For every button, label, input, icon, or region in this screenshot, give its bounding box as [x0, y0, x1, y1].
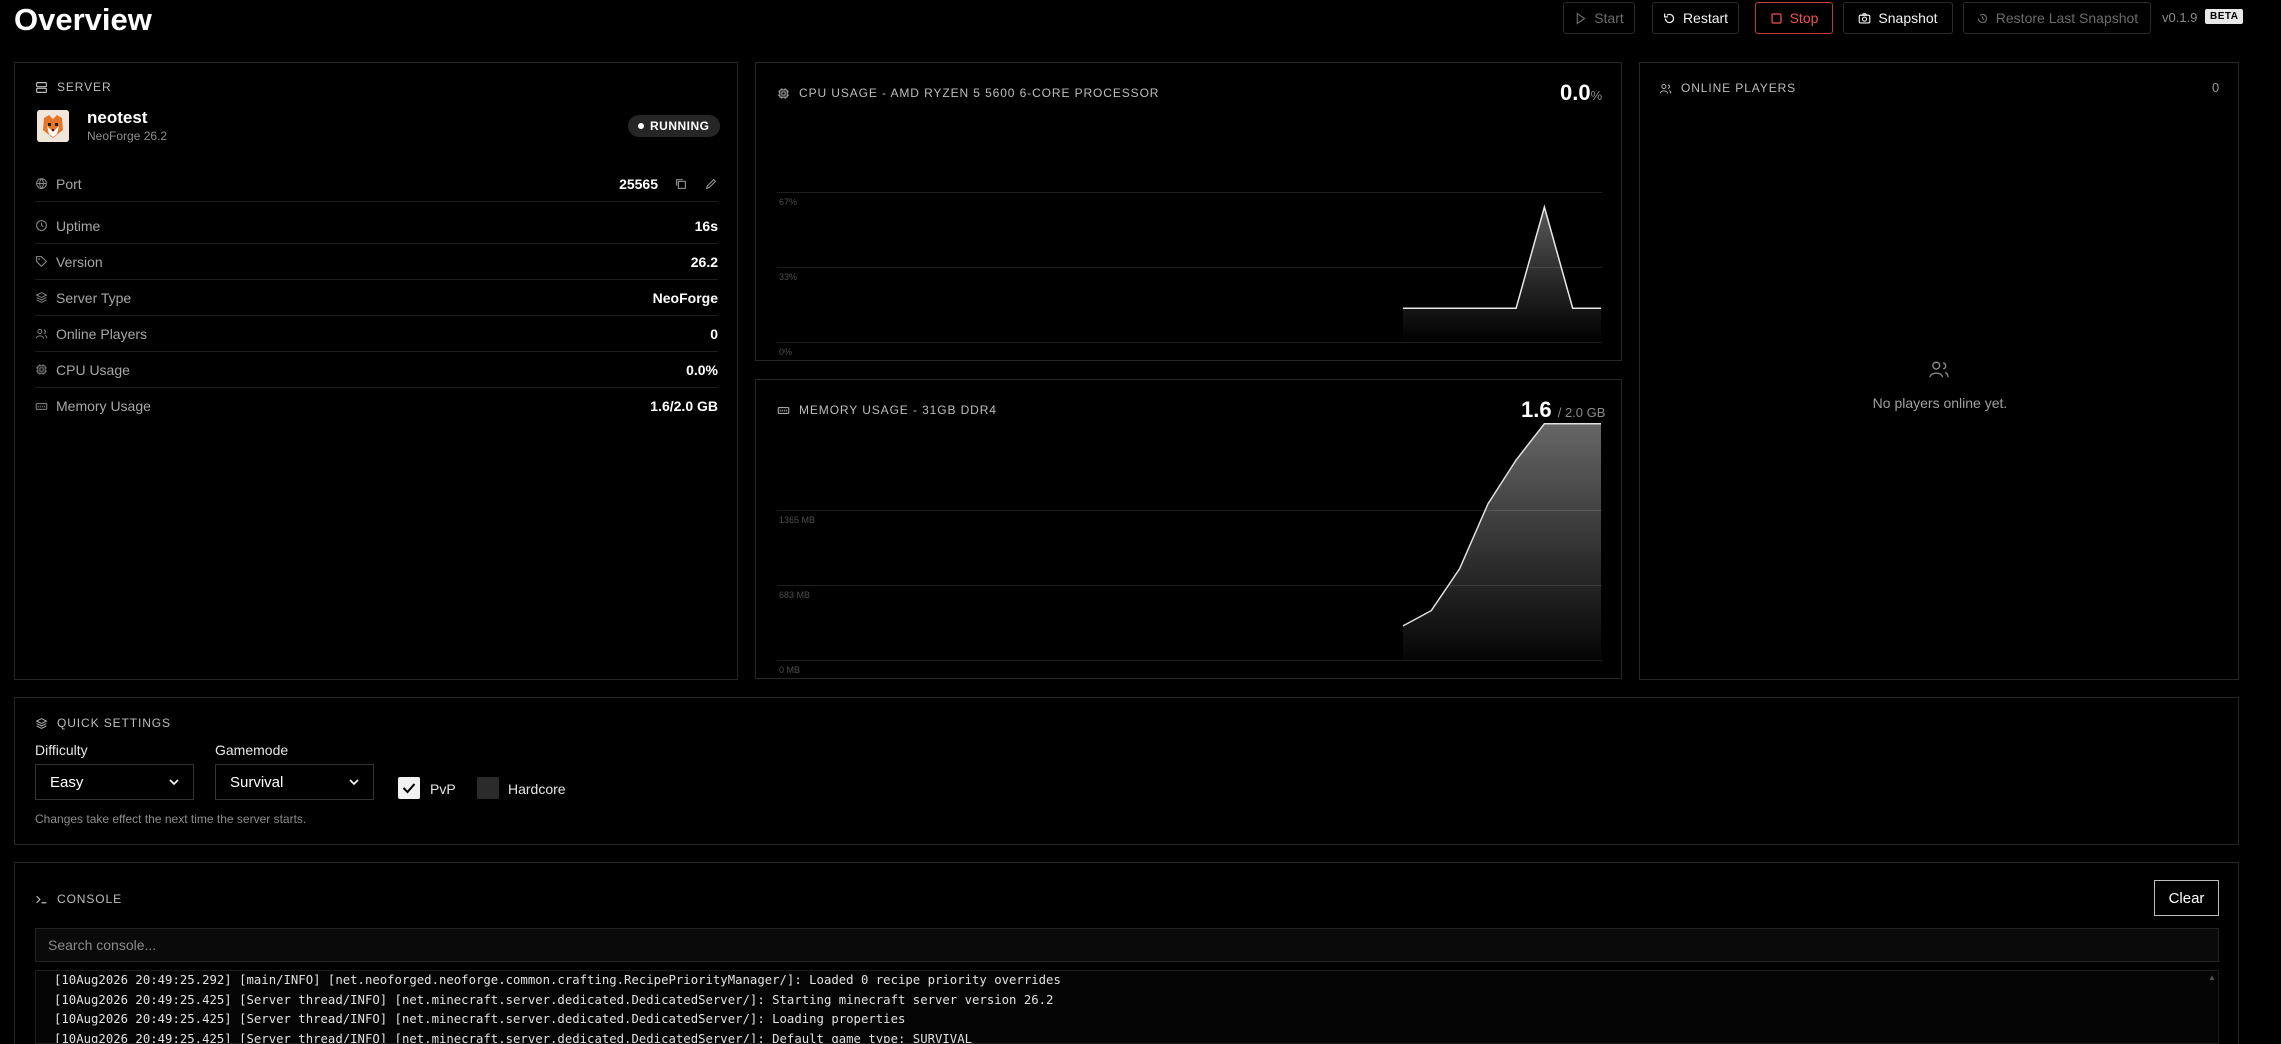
gamemode-label: Gamemode: [215, 742, 289, 758]
difficulty-label: Difficulty: [35, 742, 88, 758]
hardcore-checkbox[interactable]: [477, 777, 499, 799]
difficulty-value: Easy: [50, 773, 84, 791]
pvp-label: PvP: [430, 781, 456, 797]
pvp-checkbox[interactable]: [398, 777, 420, 799]
players-section-title: ONLINE PLAYERS: [1659, 81, 1796, 95]
console-output[interactable]: [10Aug2026 20:49:25.292] [main/INFO] [ne…: [35, 970, 2219, 1044]
empty-state-text: No players online yet.: [1872, 395, 2008, 411]
chevron-down-icon: [169, 779, 179, 786]
memory-area: [1403, 423, 1601, 660]
console-search-input[interactable]: [35, 928, 2219, 962]
hardcore-label: Hardcore: [508, 781, 566, 797]
settings-hint: Changes take effect the next time the se…: [35, 812, 307, 826]
terminal-icon: [36, 895, 47, 903]
quick-settings-title: QUICK SETTINGS: [35, 716, 171, 730]
gamemode-value: Survival: [230, 773, 284, 791]
users-icon: [1659, 83, 1672, 94]
chevron-down-icon: [349, 779, 359, 786]
console-line: [10Aug2026 20:49:25.425] [Server thread/…: [54, 1012, 906, 1027]
check-icon: [402, 783, 416, 794]
users-empty-icon: [1929, 361, 1949, 378]
players-count: 0: [2212, 80, 2220, 95]
layers-icon: [35, 717, 48, 729]
difficulty-select[interactable]: Easy: [35, 764, 194, 800]
console-line: [10Aug2026 20:49:25.292] [main/INFO] [ne…: [54, 973, 1061, 987]
console-scrollbar[interactable]: ▲: [2208, 973, 2216, 982]
console-title: CONSOLE: [35, 892, 122, 906]
console-line: [10Aug2026 20:49:25.425] [Server thread/…: [54, 992, 1054, 1007]
clear-console-button[interactable]: Clear: [2154, 880, 2219, 916]
console-line: [10Aug2026 20:49:25.425] [Server thread/…: [54, 1031, 973, 1044]
gamemode-select[interactable]: Survival: [215, 764, 374, 800]
